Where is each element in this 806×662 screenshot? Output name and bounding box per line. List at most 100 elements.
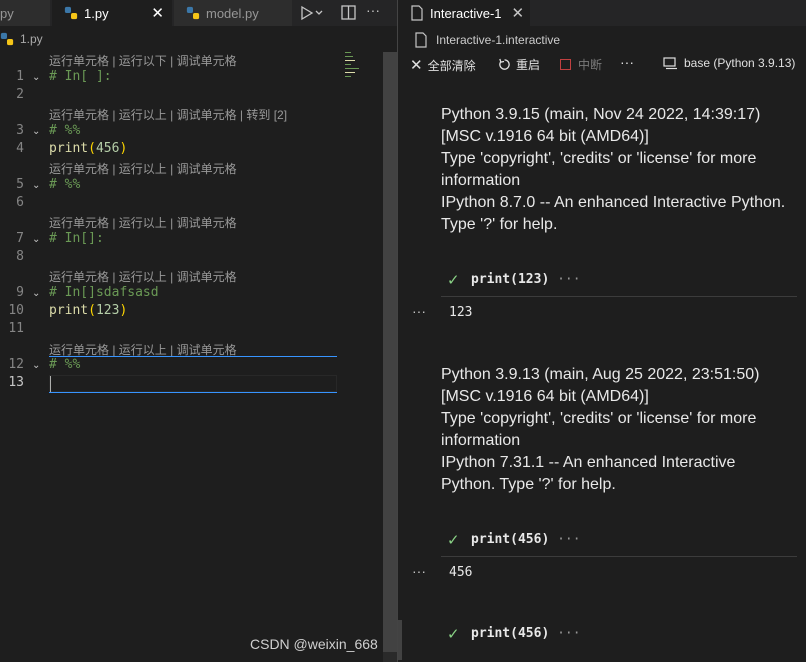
tab-model-py[interactable]: model.py [174, 0, 292, 26]
code-line[interactable]: # %% [49, 123, 80, 138]
text-cursor [50, 376, 51, 392]
codelens[interactable]: 运行单元格 | 运行以上 | 调试单元格 | 转到 [2] [49, 106, 287, 123]
cell-output: 123 [449, 305, 473, 320]
paren: ) [119, 141, 128, 156]
line-number: 9 [16, 285, 24, 300]
banner-line: Python 3.9.13 (main, Aug 25 2022, 23:51:… [441, 366, 760, 383]
code-line[interactable]: print(123) [49, 303, 127, 318]
banner-line: IPython 8.7.0 -- An enhanced Interactive… [441, 194, 786, 211]
breadcrumb[interactable]: Interactive-1.interactive [398, 28, 806, 52]
scrollbar-thumb[interactable] [398, 620, 402, 660]
code-line[interactable]: print(456) [49, 141, 127, 156]
more-actions-icon[interactable]: ··· [366, 2, 380, 18]
python-file-icon [0, 32, 14, 46]
output-more-icon[interactable]: ··· [412, 563, 426, 579]
kernel-label: base (Python 3.9.13) [684, 56, 796, 70]
kernel-banner: Python 3.9.13 (main, Aug 25 2022, 23:51:… [441, 364, 759, 496]
close-tab-icon[interactable]: ✕ [151, 4, 164, 22]
codelens[interactable]: 运行单元格 | 运行以下 | 调试单元格 [49, 52, 237, 69]
codelens[interactable]: 运行单元格 | 运行以上 | 调试单元格 [49, 160, 237, 177]
banner-line: Type '?' for help. [441, 216, 558, 233]
minimap[interactable] [343, 52, 383, 662]
fold-chevron-icon[interactable]: ⌄ [32, 180, 40, 191]
success-check-icon: ✓ [447, 272, 460, 289]
breadcrumb-file: 1.py [20, 32, 43, 46]
more-actions-icon[interactable]: ··· [620, 54, 634, 70]
vertical-scrollbar[interactable] [383, 52, 397, 662]
fold-chevron-icon[interactable]: ⌄ [32, 72, 40, 83]
restart-label: 重启 [516, 58, 541, 72]
tab-label: py [0, 5, 14, 21]
cell-code: print(456) ··· [471, 532, 581, 547]
tab-label: Interactive-1 [430, 5, 502, 21]
kernel-banner: Python 3.9.15 (main, Nov 24 2022, 14:39:… [441, 104, 785, 236]
line-number: 3 [16, 123, 24, 138]
function-name: print [49, 141, 89, 156]
executed-cell[interactable]: ✓ print(456) ··· [441, 526, 797, 557]
tab-py[interactable]: py [0, 0, 50, 26]
fold-chevron-icon[interactable]: ⌄ [32, 288, 40, 299]
fold-chevron-icon[interactable]: ⌄ [32, 234, 40, 245]
interactive-pane: Interactive-1 ✕ Interactive-1.interactiv… [398, 0, 806, 662]
banner-line: Python 3.9.15 (main, Nov 24 2022, 14:39:… [441, 106, 761, 123]
line-number: 6 [16, 195, 24, 210]
cell-more-icon[interactable]: ··· [557, 626, 580, 641]
breadcrumb[interactable]: 1.py [0, 26, 397, 52]
split-editor-icon[interactable] [341, 5, 356, 20]
cell-code: print(456) ··· [471, 626, 581, 641]
stop-icon [560, 59, 571, 70]
code-line[interactable]: # In[]: [49, 231, 104, 246]
codelens[interactable]: 运行单元格 | 运行以上 | 调试单元格 [49, 268, 237, 285]
executed-cell[interactable]: ✓ print(123) ··· [441, 266, 797, 297]
code-line[interactable]: # %% [49, 357, 80, 372]
active-cell-border [49, 392, 337, 393]
codelens[interactable]: 运行单元格 | 运行以上 | 调试单元格 [49, 214, 237, 231]
run-python-icon[interactable] [298, 5, 326, 21]
interactive-toolbar: ✕ 全部清除 重启 中断 ··· base (Python 3.9.13) [398, 52, 806, 78]
line-number: 11 [8, 321, 24, 336]
cell-code: print(123) ··· [471, 272, 581, 287]
close-tab-icon[interactable]: ✕ [512, 4, 525, 22]
fold-chevron-icon[interactable]: ⌄ [32, 360, 40, 371]
banner-line: information [441, 172, 521, 189]
banner-line: [MSC v.1916 64 bit (AMD64)] [441, 388, 649, 405]
paren: ( [88, 303, 96, 318]
fold-chevron-icon[interactable]: ⌄ [32, 126, 40, 137]
line-number: 1 [16, 69, 24, 84]
cell-code-text: print(456) [471, 532, 550, 547]
tab-interactive-1[interactable]: Interactive-1 ✕ [398, 0, 530, 26]
interrupt-label: 中断 [578, 58, 603, 72]
code-line[interactable]: # In[]sdafsasd [49, 285, 159, 300]
python-file-icon [64, 6, 78, 20]
file-icon [415, 32, 427, 48]
code-line[interactable]: # In[ ]: [49, 69, 112, 84]
scrollbar-thumb[interactable] [383, 52, 397, 652]
cell-more-icon[interactable]: ··· [557, 272, 580, 287]
paren: ( [88, 141, 96, 156]
interrupt-button[interactable]: 中断 [560, 56, 602, 73]
tab-label: 1.py [84, 5, 109, 21]
restart-button[interactable]: 重启 [498, 56, 540, 73]
cell-more-icon[interactable]: ··· [557, 532, 580, 547]
close-icon: ✕ [410, 57, 423, 74]
editor-tab-bar: py 1.py ✕ model.py ··· [0, 0, 397, 26]
number-literal: 456 [95, 141, 120, 156]
kernel-picker[interactable]: base (Python 3.9.13) [663, 56, 795, 70]
file-icon [411, 5, 423, 21]
line-number: 5 [16, 177, 24, 192]
tab-1-py[interactable]: 1.py ✕ [52, 0, 172, 26]
executed-cell[interactable]: ✓ print(456) ··· [441, 620, 797, 650]
line-number: 8 [16, 249, 24, 264]
python-file-icon [186, 6, 200, 20]
output-more-icon[interactable]: ··· [412, 303, 426, 319]
clear-all-button[interactable]: ✕ 全部清除 [410, 56, 476, 74]
line-number: 13 [8, 375, 24, 390]
line-number: 12 [8, 357, 24, 372]
cell-code-text: print(123) [471, 272, 550, 287]
success-check-icon: ✓ [447, 532, 460, 549]
code-line[interactable]: # %% [49, 177, 80, 192]
breadcrumb-file: Interactive-1.interactive [436, 33, 561, 47]
banner-line: [MSC v.1916 64 bit (AMD64)] [441, 128, 649, 145]
banner-line: Type 'copyright', 'credits' or 'license'… [441, 410, 757, 427]
banner-line: Python. Type '?' for help. [441, 476, 616, 493]
